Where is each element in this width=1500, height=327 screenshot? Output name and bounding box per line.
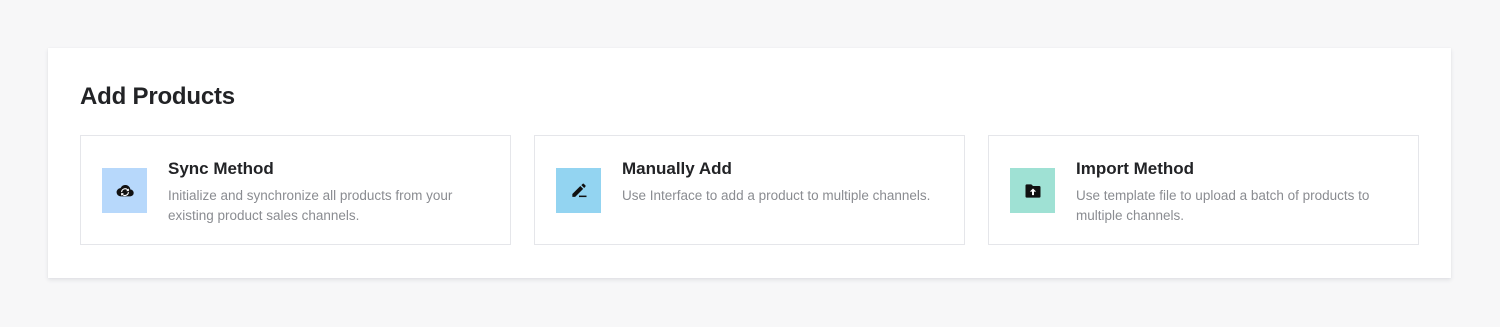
sync-method-card[interactable]: Sync Method Initialize and synchronize a… (80, 135, 511, 245)
card-title: Sync Method (168, 159, 274, 178)
panel-title: Add Products (80, 83, 235, 110)
method-cards: Sync Method Initialize and synchronize a… (80, 135, 1419, 245)
card-description: Initialize and synchronize all products … (168, 188, 453, 223)
card-title: Manually Add (622, 159, 732, 178)
card-description: Use Interface to add a product to multip… (622, 188, 931, 203)
cloud-sync-icon (102, 168, 147, 213)
import-method-card[interactable]: Import Method Use template file to uploa… (988, 135, 1419, 245)
add-products-panel: Add Products Sync Method Initialize and … (48, 48, 1451, 278)
card-title: Import Method (1076, 159, 1195, 178)
card-description: Use template file to upload a batch of p… (1076, 188, 1370, 223)
edit-pen-icon (556, 168, 601, 213)
manually-add-card[interactable]: Manually Add Use Interface to add a prod… (534, 135, 965, 245)
folder-upload-icon (1010, 168, 1055, 213)
